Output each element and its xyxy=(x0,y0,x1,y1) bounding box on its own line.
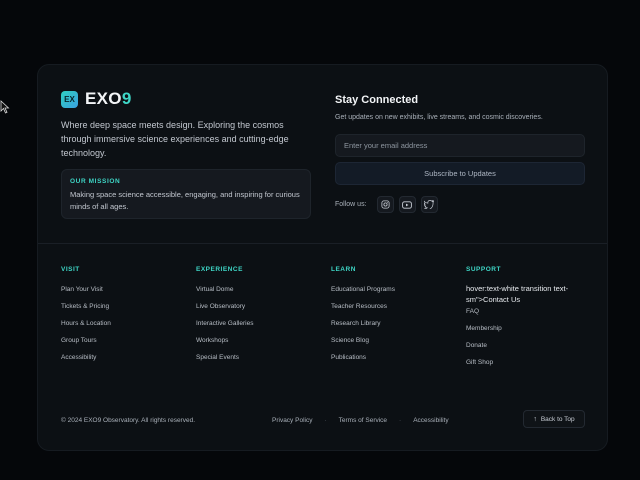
link-faq[interactable]: FAQ xyxy=(466,308,586,315)
column-title: EXPERIENCE xyxy=(196,266,243,273)
link-plan-your-visit[interactable]: Plan Your Visit xyxy=(61,286,181,293)
youtube-icon[interactable] xyxy=(398,196,416,213)
mouse-cursor-icon xyxy=(0,100,10,114)
subscribe-button[interactable]: Subscribe to Updates xyxy=(335,162,585,185)
newsletter-section: Stay Connected Get updates on new exhibi… xyxy=(335,94,587,213)
brand-name: EXO9 xyxy=(85,89,132,109)
separator: · xyxy=(324,417,327,424)
separator: · xyxy=(399,417,402,424)
twitter-icon[interactable] xyxy=(420,196,438,213)
column-experience: EXPERIENCE Virtual Dome Live Observatory… xyxy=(196,266,316,361)
mission-box: OUR MISSION Making space science accessi… xyxy=(61,169,311,219)
column-support: SUPPORT hover:text-white transition text… xyxy=(466,266,586,366)
email-input[interactable]: Enter your email address xyxy=(335,134,585,157)
brand-name-accent: 9 xyxy=(121,89,132,108)
link-virtual-dome[interactable]: Virtual Dome xyxy=(196,286,316,293)
accessibility-link[interactable]: Accessibility xyxy=(413,417,448,424)
newsletter-title: Stay Connected xyxy=(335,94,419,106)
follow-row: Follow us: xyxy=(335,196,443,213)
instagram-icon[interactable] xyxy=(376,196,394,213)
link-educational-programs[interactable]: Educational Programs xyxy=(331,286,451,293)
link-donate[interactable]: Donate xyxy=(466,342,586,349)
back-to-top-label: Back to Top xyxy=(540,415,575,423)
back-to-top-button[interactable]: ↑ Back to Top xyxy=(523,410,585,428)
link-research-library[interactable]: Research Library xyxy=(331,320,451,327)
link-gift-shop[interactable]: Gift Shop xyxy=(466,359,586,366)
legal-links: Privacy Policy · Terms of Service · Acce… xyxy=(272,417,449,424)
link-tickets-pricing[interactable]: Tickets & Pricing xyxy=(61,303,181,310)
brand[interactable]: EX EXO9 xyxy=(61,89,132,109)
newsletter-subtitle: Get updates on new exhibits, live stream… xyxy=(335,114,543,121)
link-group-tours[interactable]: Group Tours xyxy=(61,337,181,344)
link-live-observatory[interactable]: Live Observatory xyxy=(196,303,316,310)
footer-card: EX EXO9 Where deep space meets design. E… xyxy=(37,64,608,451)
mission-title: OUR MISSION xyxy=(70,178,121,185)
link-contact-us[interactable]: hover:text-white transition text-sm">Con… xyxy=(466,283,586,305)
link-interactive-galleries[interactable]: Interactive Galleries xyxy=(196,320,316,327)
column-learn: LEARN Educational Programs Teacher Resou… xyxy=(331,266,451,361)
column-title: SUPPORT xyxy=(466,266,501,273)
column-title: VISIT xyxy=(61,266,80,273)
link-membership[interactable]: Membership xyxy=(466,325,586,332)
link-accessibility[interactable]: Accessibility xyxy=(61,354,181,361)
arrow-up-icon: ↑ xyxy=(533,415,537,423)
logo-icon: EX xyxy=(61,90,78,108)
footer-top-section: EX EXO9 Where deep space meets design. E… xyxy=(38,65,607,244)
brand-description: Where deep space meets design. Exploring… xyxy=(61,120,289,158)
link-publications[interactable]: Publications xyxy=(331,354,451,361)
terms-of-service-link[interactable]: Terms of Service xyxy=(339,417,387,424)
link-science-blog[interactable]: Science Blog xyxy=(331,337,451,344)
copyright-text: © 2024 EXO9 Observatory. All rights rese… xyxy=(61,417,196,424)
footer-bottom-bar: © 2024 EXO9 Observatory. All rights rese… xyxy=(61,410,586,432)
link-hours-location[interactable]: Hours & Location xyxy=(61,320,181,327)
link-teacher-resources[interactable]: Teacher Resources xyxy=(331,303,451,310)
brand-name-main: EXO xyxy=(85,89,122,108)
privacy-policy-link[interactable]: Privacy Policy xyxy=(272,417,312,424)
column-title: LEARN xyxy=(331,266,356,273)
link-special-events[interactable]: Special Events xyxy=(196,354,316,361)
column-visit: VISIT Plan Your Visit Tickets & Pricing … xyxy=(61,266,181,361)
mission-text: Making space science accessible, engagin… xyxy=(70,190,300,211)
follow-label: Follow us: xyxy=(335,201,367,208)
link-workshops[interactable]: Workshops xyxy=(196,337,316,344)
